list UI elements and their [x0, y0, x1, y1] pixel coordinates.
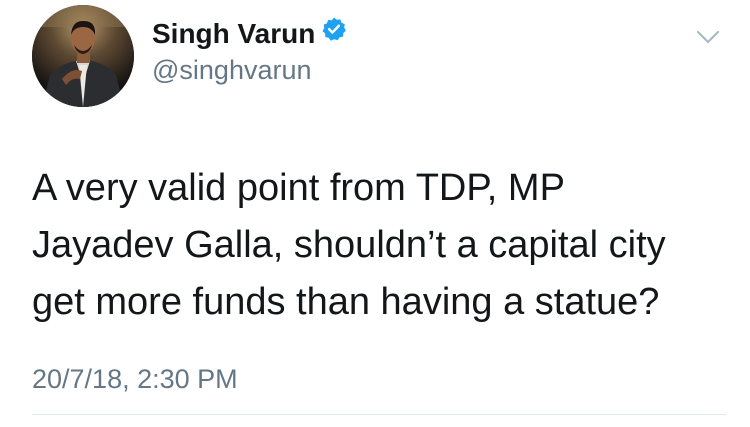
avatar-photo — [32, 5, 134, 107]
user-handle[interactable]: @singhvarun — [152, 53, 312, 87]
display-name[interactable]: Singh Varun — [152, 16, 347, 52]
avatar[interactable] — [32, 5, 134, 107]
verified-badge-icon — [321, 15, 347, 51]
display-name-text: Singh Varun — [152, 18, 316, 49]
tweet-text-line: get more funds than having a statue? — [32, 281, 660, 323]
timestamp[interactable]: 20/7/18, 2:30 PM — [32, 362, 238, 396]
tweet-text: A very valid point from TDP, MP Jayadev … — [32, 160, 722, 331]
tweet-text-line: A very valid point from TDP, MP — [32, 167, 565, 209]
chevron-down-icon[interactable] — [694, 28, 722, 48]
divider — [32, 414, 726, 415]
tweet-text-line: Jayadev Galla, shouldn’t a capital city — [32, 224, 666, 266]
